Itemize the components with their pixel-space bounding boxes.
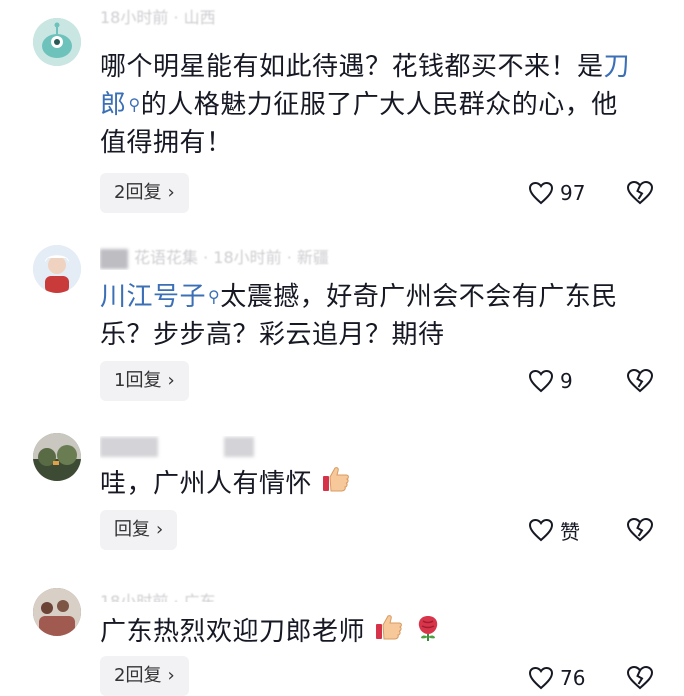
dislike-button[interactable] — [626, 660, 654, 696]
chevron-right-icon: › — [167, 182, 175, 203]
comment-meta: 18小时前 · 山西 — [100, 8, 216, 27]
heart-outline-icon — [528, 666, 554, 690]
reply-count-button[interactable]: 2回复 › — [100, 173, 189, 213]
redaction-block — [100, 248, 128, 269]
heart-outline-icon — [528, 369, 554, 393]
reply-label: 回复 — [114, 519, 150, 540]
rose-emoji — [413, 612, 443, 653]
like-button[interactable]: 97 — [528, 175, 585, 211]
comment-meta: 花语花集 · 18小时前 · 新疆 — [100, 244, 329, 270]
redaction-block — [100, 436, 158, 457]
mention-link[interactable]: 川江号子 — [100, 282, 206, 312]
avatar[interactable] — [33, 18, 81, 66]
reply-label: 1回复 — [114, 370, 162, 391]
search-icon: ⚲ — [208, 287, 221, 306]
reply-label: 2回复 — [114, 665, 162, 686]
avatar[interactable] — [33, 588, 81, 636]
broken-heart-icon — [626, 517, 654, 542]
like-button[interactable]: 76 — [528, 660, 585, 696]
avatar-alien-icon — [33, 18, 81, 66]
dislike-button[interactable] — [626, 175, 654, 211]
avatar[interactable] — [33, 245, 81, 293]
comment-text-part: 哇，广州人有情怀 — [100, 469, 313, 499]
comment-text: 川江号子 ⚲太震撼，好奇广州会不会有广东民乐？步步高？彩云追月？期待 — [100, 278, 644, 354]
comment-text-part: 广东热烈欢迎刀郎老师 — [100, 617, 366, 647]
reply-button[interactable]: 回复 › — [100, 510, 178, 550]
heart-outline-icon — [528, 518, 554, 542]
comment-text-part: 哪个明星能有如此待遇？花钱都买不来！是 — [100, 52, 604, 82]
reply-label: 2回复 — [114, 182, 162, 203]
like-count: 9 — [560, 369, 573, 393]
comment-meta — [100, 436, 260, 462]
heart-outline-icon — [528, 181, 554, 205]
chevron-right-icon: › — [167, 370, 175, 391]
chevron-right-icon: › — [156, 519, 164, 540]
thumbs-up-emoji — [374, 613, 404, 652]
broken-heart-icon — [626, 368, 654, 393]
comment-text-part: 的人格魅力征服了广大人民群众的心，他值得拥有！ — [100, 90, 618, 158]
reply-count-button[interactable]: 2回复 › — [100, 656, 189, 696]
avatar-landscape-icon — [33, 433, 81, 481]
dislike-button[interactable] — [626, 363, 654, 399]
comment-text: 哇，广州人有情怀 — [100, 465, 644, 504]
chevron-right-icon: › — [167, 665, 175, 686]
avatar[interactable] — [33, 433, 81, 481]
reply-count-button[interactable]: 1回复 › — [100, 361, 189, 401]
comment-text: 哪个明星能有如此待遇？花钱都买不来！是刀郎 ⚲的人格魅力征服了广大人民群众的心，他… — [100, 48, 644, 162]
thumbs-up-emoji — [321, 465, 351, 504]
broken-heart-icon — [626, 180, 654, 205]
avatar-person-icon — [33, 245, 81, 293]
comment-text: 广东热烈欢迎刀郎老师 — [100, 612, 644, 653]
like-button[interactable]: 9 — [528, 363, 573, 399]
like-label: 赞 — [560, 519, 580, 544]
like-count: 76 — [560, 666, 586, 690]
avatar-group-icon — [33, 588, 81, 636]
like-button[interactable]: 赞 — [528, 512, 580, 548]
comment-meta: 18小时前 · 广东 — [100, 592, 216, 602]
redaction-block — [224, 436, 254, 457]
broken-heart-icon — [626, 665, 654, 690]
dislike-button[interactable] — [626, 512, 654, 548]
like-count: 97 — [560, 181, 586, 205]
search-icon: ⚲ — [128, 95, 141, 114]
